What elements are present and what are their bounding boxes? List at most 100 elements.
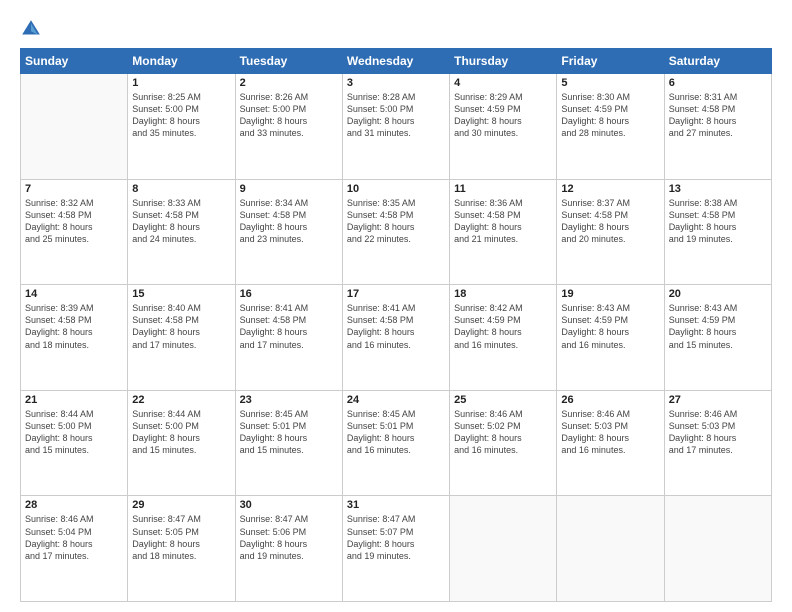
calendar-cell: 7 Sunrise: 8:32 AMSunset: 4:58 PMDaylight…	[21, 179, 128, 285]
day-number: 26	[561, 394, 659, 406]
day-info: Sunrise: 8:26 AMSunset: 5:00 PMDaylight:…	[240, 91, 338, 140]
day-info: Sunrise: 8:29 AMSunset: 4:59 PMDaylight:…	[454, 91, 552, 140]
day-number: 31	[347, 499, 445, 511]
day-info: Sunrise: 8:28 AMSunset: 5:00 PMDaylight:…	[347, 91, 445, 140]
day-number: 8	[132, 183, 230, 195]
day-number: 25	[454, 394, 552, 406]
day-info: Sunrise: 8:43 AMSunset: 4:59 PMDaylight:…	[669, 302, 767, 351]
day-number: 29	[132, 499, 230, 511]
day-info: Sunrise: 8:31 AMSunset: 4:58 PMDaylight:…	[669, 91, 767, 140]
calendar-cell: 20Sunrise: 8:43 AMSunset: 4:59 PMDayligh…	[664, 285, 771, 391]
day-number: 1	[132, 77, 230, 89]
day-info: Sunrise: 8:46 AMSunset: 5:03 PMDaylight:…	[669, 408, 767, 457]
day-info: Sunrise: 8:47 AMSunset: 5:05 PMDaylight:…	[132, 513, 230, 562]
day-info: Sunrise: 8:37 AMSunset: 4:58 PMDaylight:…	[561, 197, 659, 246]
calendar-cell: 23Sunrise: 8:45 AMSunset: 5:01 PMDayligh…	[235, 390, 342, 496]
calendar-cell: 6 Sunrise: 8:31 AMSunset: 4:58 PMDaylight…	[664, 74, 771, 180]
day-info: Sunrise: 8:25 AMSunset: 5:00 PMDaylight:…	[132, 91, 230, 140]
calendar-cell: 27 Sunrise: 8:46 AMSunset: 5:03 PMDayligh…	[664, 390, 771, 496]
day-number: 30	[240, 499, 338, 511]
day-number: 19	[561, 288, 659, 300]
calendar-cell: 30 Sunrise: 8:47 AMSunset: 5:06 PMDayligh…	[235, 496, 342, 602]
calendar-cell	[21, 74, 128, 180]
day-number: 21	[25, 394, 123, 406]
calendar-cell: 17Sunrise: 8:41 AMSunset: 4:58 PMDayligh…	[342, 285, 449, 391]
day-number: 27	[669, 394, 767, 406]
calendar-week-row: 7 Sunrise: 8:32 AMSunset: 4:58 PMDaylight…	[21, 179, 772, 285]
calendar-cell: 16 Sunrise: 8:41 AMSunset: 4:58 PMDayligh…	[235, 285, 342, 391]
header-sunday: Sunday	[21, 49, 128, 74]
day-info: Sunrise: 8:32 AMSunset: 4:58 PMDaylight:…	[25, 197, 123, 246]
day-info: Sunrise: 8:44 AMSunset: 5:00 PMDaylight:…	[132, 408, 230, 457]
calendar-cell: 1 Sunrise: 8:25 AMSunset: 5:00 PMDaylight…	[128, 74, 235, 180]
calendar-cell: 9 Sunrise: 8:34 AMSunset: 4:58 PMDaylight…	[235, 179, 342, 285]
day-number: 18	[454, 288, 552, 300]
calendar-cell: 11 Sunrise: 8:36 AMSunset: 4:58 PMDayligh…	[450, 179, 557, 285]
day-number: 14	[25, 288, 123, 300]
day-info: Sunrise: 8:46 AMSunset: 5:02 PMDaylight:…	[454, 408, 552, 457]
header-monday: Monday	[128, 49, 235, 74]
calendar-cell: 19 Sunrise: 8:43 AMSunset: 4:59 PMDayligh…	[557, 285, 664, 391]
calendar-header-row: SundayMondayTuesdayWednesdayThursdayFrid…	[21, 49, 772, 74]
day-info: Sunrise: 8:34 AMSunset: 4:58 PMDaylight:…	[240, 197, 338, 246]
calendar-cell: 21 Sunrise: 8:44 AMSunset: 5:00 PMDayligh…	[21, 390, 128, 496]
calendar-cell: 14Sunrise: 8:39 AMSunset: 4:58 PMDayligh…	[21, 285, 128, 391]
day-info: Sunrise: 8:46 AMSunset: 5:04 PMDaylight:…	[25, 513, 123, 562]
day-number: 9	[240, 183, 338, 195]
calendar-cell: 24Sunrise: 8:45 AMSunset: 5:01 PMDayligh…	[342, 390, 449, 496]
day-number: 11	[454, 183, 552, 195]
day-number: 2	[240, 77, 338, 89]
day-info: Sunrise: 8:40 AMSunset: 4:58 PMDaylight:…	[132, 302, 230, 351]
day-info: Sunrise: 8:35 AMSunset: 4:58 PMDaylight:…	[347, 197, 445, 246]
logo	[20, 18, 46, 40]
calendar-cell: 12Sunrise: 8:37 AMSunset: 4:58 PMDayligh…	[557, 179, 664, 285]
day-number: 15	[132, 288, 230, 300]
day-number: 5	[561, 77, 659, 89]
calendar-week-row: 1 Sunrise: 8:25 AMSunset: 5:00 PMDaylight…	[21, 74, 772, 180]
calendar-cell: 29 Sunrise: 8:47 AMSunset: 5:05 PMDayligh…	[128, 496, 235, 602]
header-thursday: Thursday	[450, 49, 557, 74]
day-info: Sunrise: 8:42 AMSunset: 4:59 PMDaylight:…	[454, 302, 552, 351]
day-info: Sunrise: 8:45 AMSunset: 5:01 PMDaylight:…	[240, 408, 338, 457]
header	[20, 18, 772, 40]
calendar-week-row: 21 Sunrise: 8:44 AMSunset: 5:00 PMDayligh…	[21, 390, 772, 496]
day-number: 28	[25, 499, 123, 511]
header-wednesday: Wednesday	[342, 49, 449, 74]
calendar-cell: 25 Sunrise: 8:46 AMSunset: 5:02 PMDayligh…	[450, 390, 557, 496]
calendar-cell: 8 Sunrise: 8:33 AMSunset: 4:58 PMDaylight…	[128, 179, 235, 285]
day-info: Sunrise: 8:47 AMSunset: 5:07 PMDaylight:…	[347, 513, 445, 562]
day-number: 4	[454, 77, 552, 89]
calendar-cell: 3Sunrise: 8:28 AMSunset: 5:00 PMDaylight…	[342, 74, 449, 180]
page: SundayMondayTuesdayWednesdayThursdayFrid…	[0, 0, 792, 612]
calendar-cell: 15 Sunrise: 8:40 AMSunset: 4:58 PMDayligh…	[128, 285, 235, 391]
calendar-week-row: 14Sunrise: 8:39 AMSunset: 4:58 PMDayligh…	[21, 285, 772, 391]
day-info: Sunrise: 8:47 AMSunset: 5:06 PMDaylight:…	[240, 513, 338, 562]
day-number: 16	[240, 288, 338, 300]
day-info: Sunrise: 8:45 AMSunset: 5:01 PMDaylight:…	[347, 408, 445, 457]
calendar-cell: 28 Sunrise: 8:46 AMSunset: 5:04 PMDayligh…	[21, 496, 128, 602]
day-info: Sunrise: 8:38 AMSunset: 4:58 PMDaylight:…	[669, 197, 767, 246]
day-info: Sunrise: 8:33 AMSunset: 4:58 PMDaylight:…	[132, 197, 230, 246]
calendar-table: SundayMondayTuesdayWednesdayThursdayFrid…	[20, 48, 772, 602]
calendar-cell	[557, 496, 664, 602]
day-number: 22	[132, 394, 230, 406]
day-info: Sunrise: 8:41 AMSunset: 4:58 PMDaylight:…	[240, 302, 338, 351]
day-info: Sunrise: 8:36 AMSunset: 4:58 PMDaylight:…	[454, 197, 552, 246]
calendar-cell: 18 Sunrise: 8:42 AMSunset: 4:59 PMDayligh…	[450, 285, 557, 391]
calendar-cell: 31 Sunrise: 8:47 AMSunset: 5:07 PMDayligh…	[342, 496, 449, 602]
day-info: Sunrise: 8:43 AMSunset: 4:59 PMDaylight:…	[561, 302, 659, 351]
calendar-cell	[664, 496, 771, 602]
day-number: 10	[347, 183, 445, 195]
day-info: Sunrise: 8:44 AMSunset: 5:00 PMDaylight:…	[25, 408, 123, 457]
calendar-cell: 4 Sunrise: 8:29 AMSunset: 4:59 PMDaylight…	[450, 74, 557, 180]
header-tuesday: Tuesday	[235, 49, 342, 74]
calendar-cell: 2 Sunrise: 8:26 AMSunset: 5:00 PMDaylight…	[235, 74, 342, 180]
day-number: 13	[669, 183, 767, 195]
day-number: 6	[669, 77, 767, 89]
day-number: 7	[25, 183, 123, 195]
day-info: Sunrise: 8:41 AMSunset: 4:58 PMDaylight:…	[347, 302, 445, 351]
day-info: Sunrise: 8:30 AMSunset: 4:59 PMDaylight:…	[561, 91, 659, 140]
calendar-cell: 13 Sunrise: 8:38 AMSunset: 4:58 PMDayligh…	[664, 179, 771, 285]
calendar-cell: 22 Sunrise: 8:44 AMSunset: 5:00 PMDayligh…	[128, 390, 235, 496]
logo-icon	[20, 18, 42, 40]
